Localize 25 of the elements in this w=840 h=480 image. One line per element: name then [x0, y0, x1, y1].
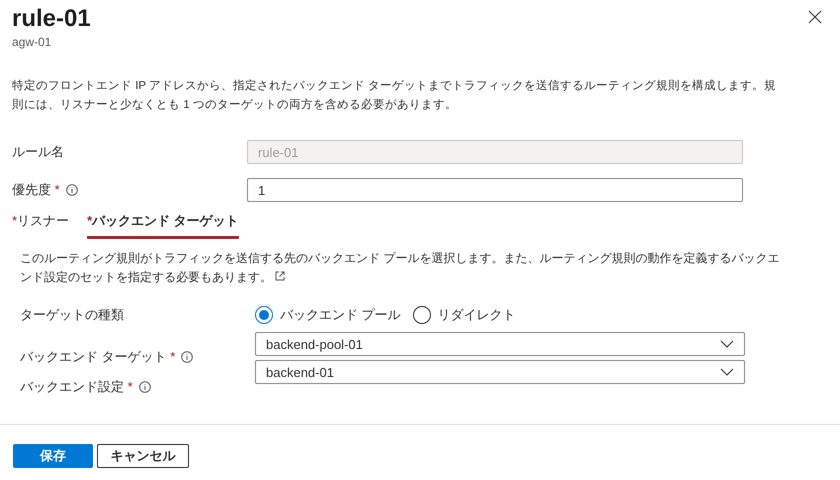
close-icon [808, 10, 822, 24]
info-icon[interactable] [181, 351, 194, 363]
tab[interactable]: *バックエンド ターゲット [87, 212, 239, 239]
panel-title: rule-01 [12, 4, 91, 34]
dropdown[interactable]: backend-01 [255, 360, 745, 384]
chevron-down-icon [720, 368, 734, 376]
description-text: 特定のフロントエンド IP アドレスから、指定されたバックエンド ターゲットまでトラフィックを送信するルーティング規則を構成します。規則には、リスナーと少なくとも 1 つのターゲットの両方を含める必要があります。 [11, 78, 778, 113]
chevron-down-icon [720, 340, 734, 348]
field-label: ルール名 [12, 143, 64, 161]
dropdown[interactable]: backend-pool-01 [255, 332, 745, 356]
input-field[interactable]: 1 [247, 178, 743, 202]
tab[interactable]: *リスナー [12, 212, 70, 239]
external-link-icon[interactable] [275, 271, 286, 281]
field-label: バックエンド設定 * [20, 378, 133, 396]
section-description: このルーティング規則がトラフィックを送信する先のバックエンド プールを選択します。また、ルーティング規則の動作を定義するバックエンド設定のセットを指定する必要もあります。 [20, 250, 780, 286]
field-label: ターゲットの種類 [20, 306, 124, 324]
panel-subtitle: agw-01 [12, 35, 52, 49]
save-button[interactable]: 保存 [13, 444, 93, 468]
radio-option[interactable]: リダイレクト [412, 306, 516, 324]
field-label: バックエンド ターゲット * [20, 348, 176, 366]
info-icon[interactable] [66, 184, 78, 196]
field-label: 優先度 * [12, 181, 60, 199]
info-icon[interactable] [138, 381, 151, 393]
cancel-button[interactable]: キャンセル [97, 444, 189, 468]
radio-option[interactable]: バックエンド プール [255, 306, 401, 324]
